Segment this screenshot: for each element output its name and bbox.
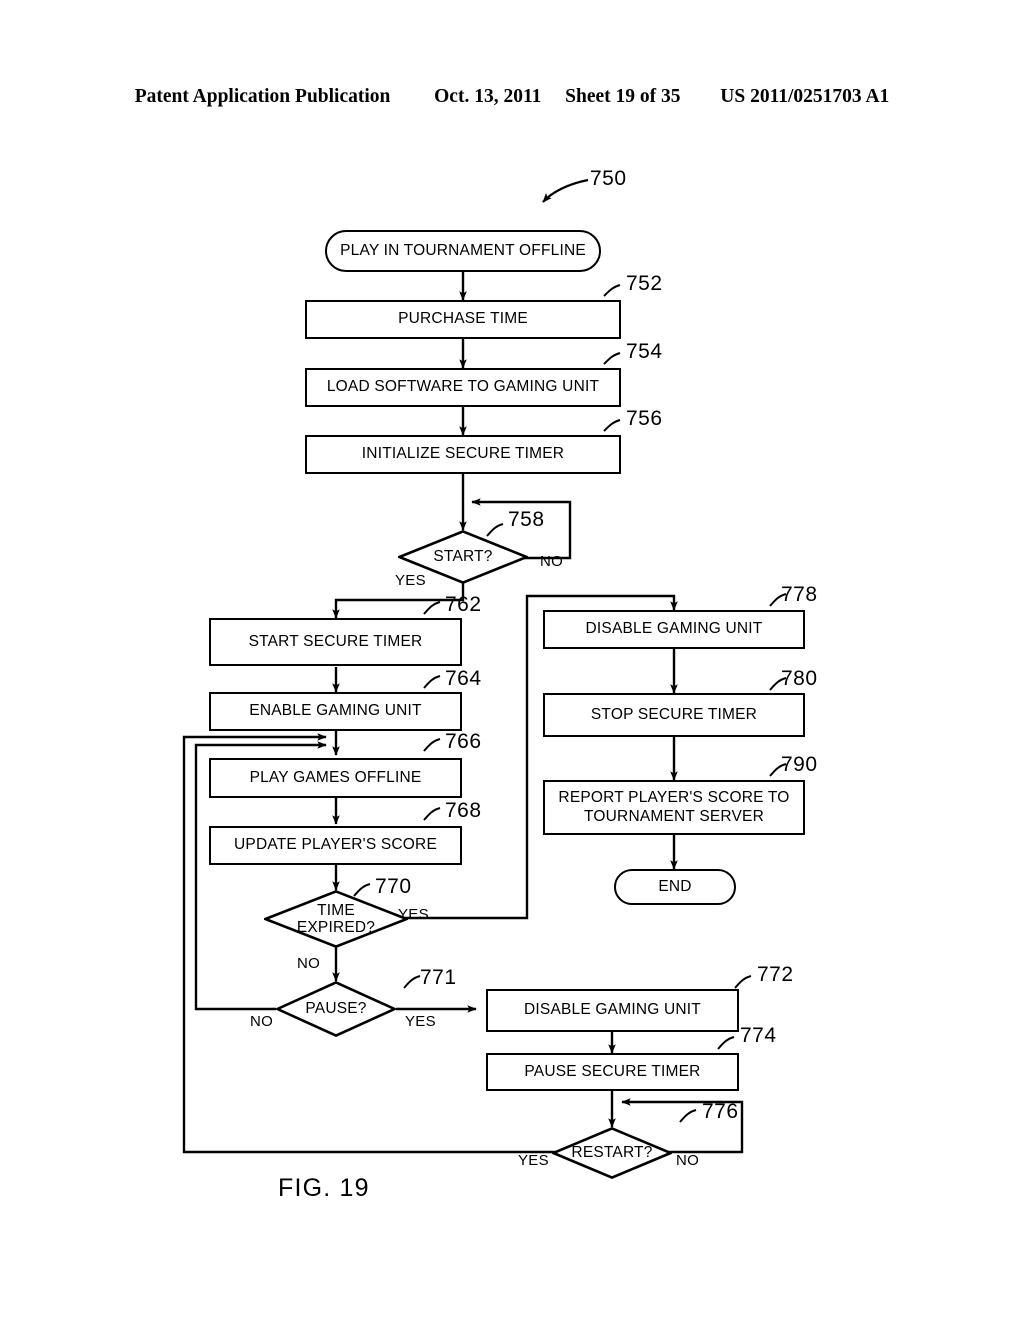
ref-numeral-774: 774 (740, 1024, 777, 1047)
ref-numeral-764: 764 (445, 667, 482, 690)
node-label-line1: REPORT PLAYER'S SCORE TO (558, 789, 790, 807)
node-label-line1: TIME (317, 901, 355, 919)
node-restart-decision: RESTART? (552, 1127, 672, 1179)
node-label: INITIALIZE SECURE TIMER (361, 445, 565, 463)
node-label: PURCHASE TIME (398, 310, 528, 328)
node-play-games-offline: PLAY GAMES OFFLINE (209, 758, 462, 798)
node-label: STOP SECURE TIMER (590, 705, 758, 723)
node-label: ENABLE GAMING UNIT (249, 702, 422, 720)
ref-numeral-762: 762 (445, 593, 482, 616)
node-label: PAUSE? (305, 1000, 367, 1018)
ref-numeral-778: 778 (781, 583, 818, 606)
ref-numeral-756: 756 (626, 407, 663, 430)
node-initialize-secure-timer: INITIALIZE SECURE TIMER (305, 435, 621, 474)
node-label-line2: TOURNAMENT SERVER (584, 807, 764, 825)
node-label: PLAY GAMES OFFLINE (249, 768, 422, 786)
node-update-players-score: UPDATE PLAYER'S SCORE (209, 826, 462, 865)
node-label: START SECURE TIMER (248, 632, 423, 650)
node-disable-gaming-unit-end: DISABLE GAMING UNIT (543, 610, 805, 649)
node-purchase-time: PURCHASE TIME (305, 300, 621, 339)
ref-numeral-766: 766 (445, 730, 482, 753)
node-start-secure-timer: START SECURE TIMER (209, 618, 462, 666)
node-label: START? (433, 548, 493, 566)
node-enable-gaming-unit: ENABLE GAMING UNIT (209, 692, 462, 731)
node-pause-decision: PAUSE? (276, 981, 396, 1037)
edge-label-restart-yes: YES (518, 1152, 549, 1169)
node-label: RESTART? (571, 1144, 653, 1162)
edge-label-restart-no: NO (676, 1152, 700, 1169)
edge-label-pause-yes: YES (405, 1013, 436, 1030)
ref-numeral-772: 772 (757, 963, 794, 986)
node-pause-secure-timer: PAUSE SECURE TIMER (486, 1053, 739, 1091)
ref-numeral-780: 780 (781, 667, 818, 690)
node-disable-gaming-unit-pause: DISABLE GAMING UNIT (486, 989, 739, 1032)
node-label: LOAD SOFTWARE TO GAMING UNIT (326, 378, 600, 396)
node-label: TIME EXPIRED? (297, 902, 375, 937)
figure-caption: FIG. 19 (278, 1174, 370, 1202)
node-label-line2: EXPIRED? (296, 919, 376, 936)
ref-numeral-776: 776 (702, 1100, 739, 1123)
ref-numeral-771: 771 (420, 966, 457, 989)
node-load-software-to-gaming-unit: LOAD SOFTWARE TO GAMING UNIT (305, 368, 621, 407)
node-label: REPORT PLAYER'S SCORE TO TOURNAMENT SERV… (558, 789, 789, 826)
node-report-players-score: REPORT PLAYER'S SCORE TO TOURNAMENT SERV… (543, 780, 805, 835)
node-play-in-tournament-offline: PLAY IN TOURNAMENT OFFLINE (325, 230, 601, 272)
patent-figure: 750 PLAY IN TOURNAMENT OFFLINE PURCHASE … (0, 0, 1024, 1320)
ref-numeral-752: 752 (626, 272, 663, 295)
edge-label-expired-no: NO (297, 955, 321, 972)
node-label: END (658, 877, 692, 895)
edge-label-start-no: NO (540, 553, 564, 570)
ref-numeral-790: 790 (781, 753, 818, 776)
node-label: DISABLE GAMING UNIT (585, 620, 763, 638)
node-stop-secure-timer: STOP SECURE TIMER (543, 693, 805, 737)
node-label: DISABLE GAMING UNIT (524, 1001, 701, 1019)
flowchart-connectors (182, 178, 787, 1154)
ref-numeral-750: 750 (590, 167, 627, 190)
ref-numeral-754: 754 (626, 340, 663, 363)
ref-numeral-768: 768 (445, 799, 482, 822)
node-label: UPDATE PLAYER'S SCORE (234, 836, 437, 854)
node-time-expired-decision: TIME EXPIRED? (264, 890, 408, 948)
node-start-decision: START? (398, 530, 528, 584)
edge-label-pause-no: NO (250, 1013, 274, 1030)
node-label: PLAY IN TOURNAMENT OFFLINE (340, 241, 586, 259)
node-end: END (614, 869, 736, 905)
ref-numeral-758: 758 (508, 508, 545, 531)
node-label: PAUSE SECURE TIMER (524, 1062, 701, 1080)
